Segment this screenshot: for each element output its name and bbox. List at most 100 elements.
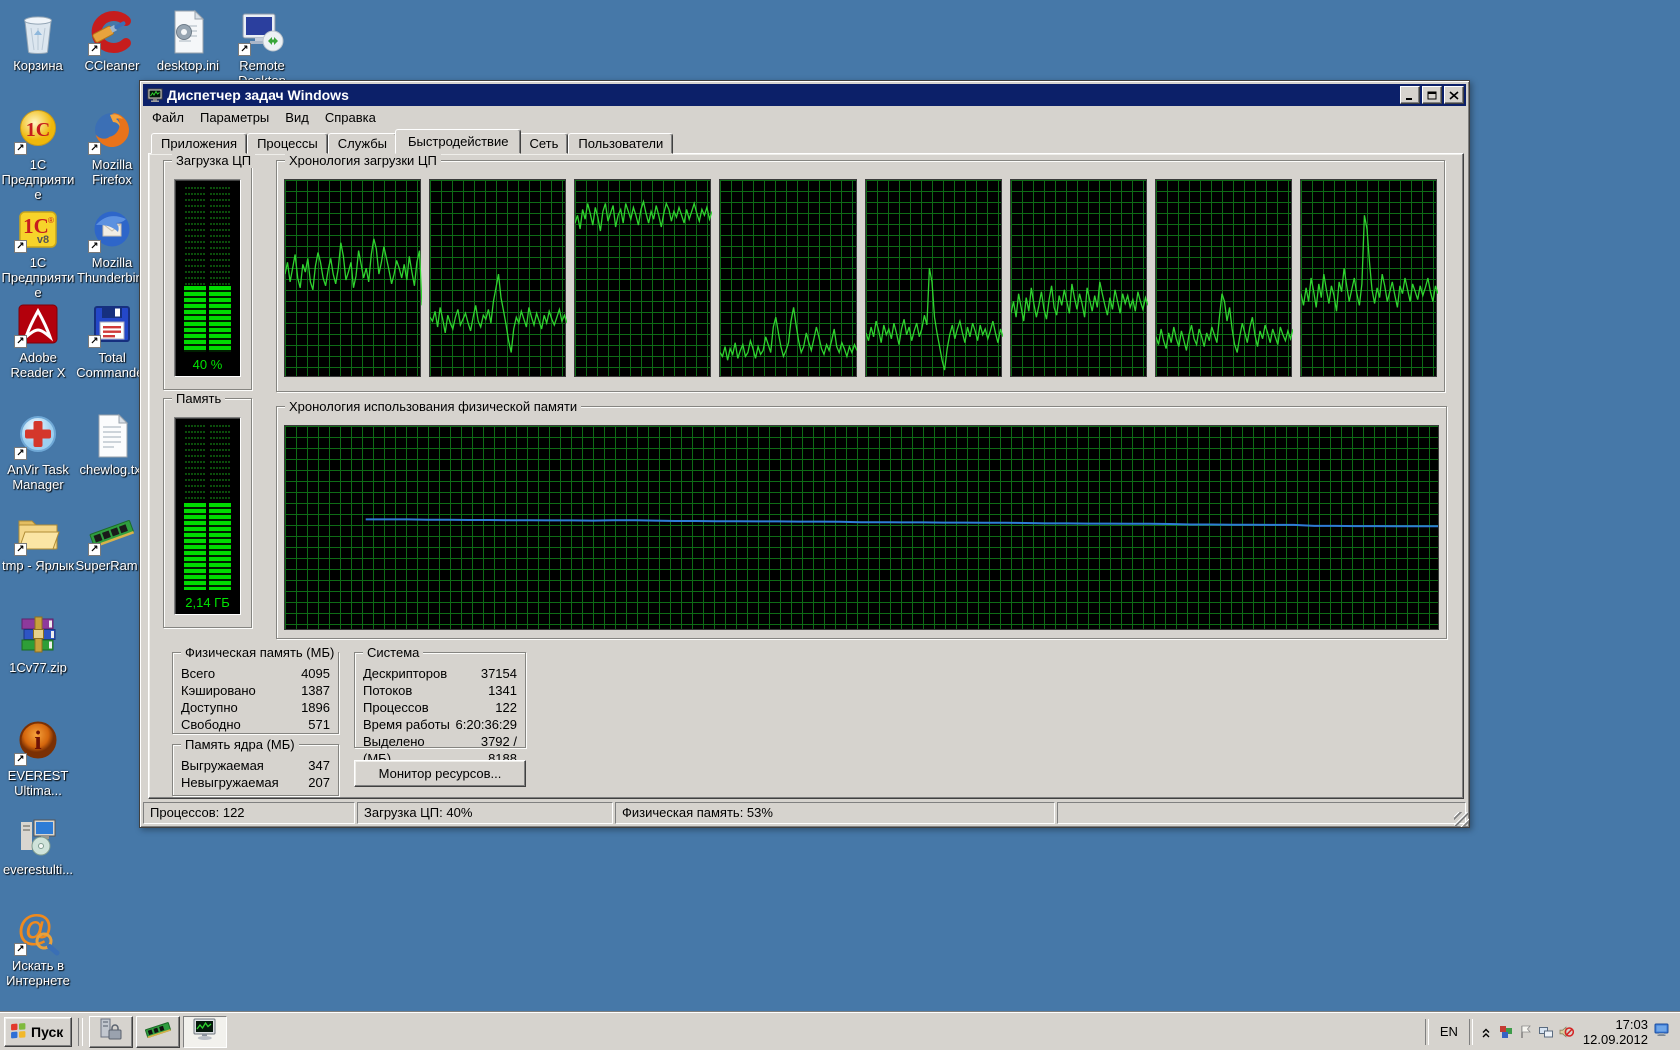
taskbar: Пуск EN 17:03 12.09.2012 bbox=[0, 1012, 1680, 1050]
desktop-icon-adobe-reader[interactable]: ↗Adobe Reader X bbox=[0, 300, 76, 380]
tab-processes[interactable]: Процессы bbox=[247, 133, 328, 154]
desktop-icon-label: Корзина bbox=[0, 58, 76, 73]
mozilla-firefox-icon: ↗ bbox=[88, 107, 136, 155]
cpu-history-panel-3 bbox=[574, 179, 711, 377]
memory-gauge-value: 2,14 ГБ bbox=[175, 595, 240, 610]
kernel-memory-group-title: Память ядра (МБ) bbox=[181, 737, 299, 752]
desktop-icon-label: EVEREST Ultima... bbox=[0, 768, 76, 798]
system-row: Потоков1341 bbox=[363, 682, 517, 699]
tray-network-icon[interactable] bbox=[1538, 1023, 1555, 1040]
maximize-button[interactable] bbox=[1422, 86, 1442, 104]
start-button[interactable]: Пуск bbox=[4, 1017, 72, 1047]
tmp-folder-icon: ↗ bbox=[14, 508, 62, 556]
memory-gauge: 2,14 ГБ bbox=[174, 417, 241, 615]
desktop-icon-everest-install[interactable]: everestulti... bbox=[0, 812, 76, 877]
taskbar-button-anvir-tools[interactable] bbox=[89, 1016, 133, 1048]
physical-memory-row: Свободно571 bbox=[181, 716, 330, 733]
windows-logo-icon bbox=[10, 1022, 27, 1042]
desktop-icon-label: 1C Предприятие bbox=[0, 157, 76, 202]
status-cell-1: Загрузка ЦП: 40% bbox=[357, 802, 613, 824]
menu-item[interactable]: Вид bbox=[277, 108, 317, 127]
shortcut-arrow-icon: ↗ bbox=[88, 335, 101, 348]
cpu-history-panel-7 bbox=[1155, 179, 1292, 377]
tray-clock[interactable]: 17:03 12.09.2012 bbox=[1583, 1017, 1648, 1047]
cpu-history-panel-4 bbox=[719, 179, 856, 377]
tray-volume-muted-icon[interactable] bbox=[1558, 1023, 1575, 1040]
tray-display-icon[interactable] bbox=[1654, 1021, 1676, 1043]
status-cell-0: Процессов: 122 bbox=[143, 802, 355, 824]
desktop-icon-label: 1Cv77.zip bbox=[0, 660, 76, 675]
cpu-history-panel-2 bbox=[429, 179, 566, 377]
desktop-icon-desktop-ini[interactable]: desktop.ini bbox=[150, 8, 226, 73]
kernel-memory-row: Выгружаемая347 bbox=[181, 757, 330, 774]
tray-flag-icon[interactable] bbox=[1518, 1023, 1535, 1040]
shortcut-arrow-icon: ↗ bbox=[88, 142, 101, 155]
physical-memory-group: Физическая память (МБ) Всего4095Кэширова… bbox=[172, 652, 339, 734]
tab-network[interactable]: Сеть bbox=[519, 133, 568, 154]
desktop-icon-1c-v8[interactable]: 1С®v8↗1C Предприятие bbox=[0, 205, 76, 300]
superram-icon: ↗ bbox=[88, 508, 136, 556]
tab-performance[interactable]: Быстродействие bbox=[395, 129, 521, 154]
physical-memory-row: Кэшировано1387 bbox=[181, 682, 330, 699]
cpu-history-panel-6 bbox=[1010, 179, 1147, 377]
memory-history-group: Хронология использования физической памя… bbox=[276, 406, 1447, 639]
menu-item[interactable]: Файл bbox=[144, 108, 192, 127]
cpu-usage-group: Загрузка ЦП 40 % bbox=[163, 160, 252, 390]
desktop-icon-ccleaner[interactable]: ↗CCleaner bbox=[74, 8, 150, 73]
system-row: Процессов122 bbox=[363, 699, 517, 716]
menu-item[interactable]: Справка bbox=[317, 108, 384, 127]
desktop-ini-icon bbox=[164, 8, 212, 56]
desktop-icon-search-internet[interactable]: @↗Искать в Интернете bbox=[0, 908, 76, 988]
desktop-icon-1c-enterprise[interactable]: 1С↗1C Предприятие bbox=[0, 107, 76, 202]
desktop-icon-label: AnVir Task Manager bbox=[0, 462, 76, 492]
task-manager-app-icon bbox=[147, 87, 163, 103]
titlebar[interactable]: Диспетчер задач Windows bbox=[143, 84, 1466, 106]
system-group: Система Дескрипторов37154Потоков1341Проц… bbox=[354, 652, 526, 748]
anvir-icon: ↗ bbox=[14, 412, 62, 460]
desktop: Корзина↗CCleanerdesktop.ini↗Remote Deskt… bbox=[0, 0, 1680, 1050]
tab-services[interactable]: Службы bbox=[328, 133, 397, 154]
show-hidden-icons-chevron[interactable] bbox=[1478, 1023, 1495, 1040]
tab-strip: ПриложенияПроцессыСлужбыБыстродействиеСе… bbox=[151, 129, 673, 154]
cpu-history-group-title: Хронология загрузки ЦП bbox=[285, 153, 441, 168]
chewlog-icon bbox=[88, 412, 136, 460]
kernel-memory-group: Память ядра (МБ) Выгружаемая347Невыгружа… bbox=[172, 744, 339, 796]
desktop-icon-recycle-bin[interactable]: Корзина bbox=[0, 8, 76, 73]
desktop-icon-1cv77-zip[interactable]: 1Cv77.zip bbox=[0, 610, 76, 675]
cpu-history-group: Хронология загрузки ЦП bbox=[276, 160, 1445, 392]
desktop-icon-remote-desktop[interactable]: ↗Remote Desktop bbox=[224, 8, 300, 88]
adobe-reader-icon: ↗ bbox=[14, 300, 62, 348]
tab-users[interactable]: Пользователи bbox=[568, 133, 673, 154]
language-indicator[interactable]: EN bbox=[1434, 1024, 1464, 1039]
tab-applications[interactable]: Приложения bbox=[151, 133, 247, 154]
resource-monitor-button[interactable]: Монитор ресурсов... bbox=[354, 760, 526, 787]
resize-grip[interactable] bbox=[1454, 812, 1469, 827]
total-commander-icon: ↗ bbox=[88, 300, 136, 348]
minimize-button[interactable] bbox=[1400, 86, 1420, 104]
tray-divider bbox=[1469, 1019, 1473, 1045]
shortcut-arrow-icon: ↗ bbox=[14, 753, 27, 766]
cpu-usage-value: 40 % bbox=[175, 357, 240, 372]
svg-text:i: i bbox=[34, 726, 41, 755]
memory-gauge-group-title: Память bbox=[172, 391, 225, 406]
superram-stick-icon bbox=[145, 1017, 171, 1046]
tray-apps-icon[interactable] bbox=[1498, 1023, 1515, 1040]
recycle-bin-icon bbox=[14, 8, 62, 56]
cpu-usage-gauge: 40 % bbox=[174, 179, 241, 377]
search-internet-icon: @↗ bbox=[14, 908, 62, 956]
shortcut-arrow-icon: ↗ bbox=[14, 240, 27, 253]
menu-item[interactable]: Параметры bbox=[192, 108, 277, 127]
desktop-icon-tmp-folder[interactable]: ↗tmp - Ярлык bbox=[0, 508, 76, 573]
desktop-icon-label: Adobe Reader X bbox=[0, 350, 76, 380]
svg-text:@: @ bbox=[17, 908, 52, 948]
desktop-icon-label: desktop.ini bbox=[150, 58, 226, 73]
desktop-icon-label: everestulti... bbox=[0, 862, 76, 877]
start-button-label: Пуск bbox=[31, 1024, 63, 1040]
shortcut-arrow-icon: ↗ bbox=[14, 447, 27, 460]
taskbar-button-superram-stick[interactable] bbox=[136, 1016, 180, 1048]
desktop-icon-anvir[interactable]: ↗ AnVir Task Manager bbox=[0, 412, 76, 492]
physical-memory-row: Всего4095 bbox=[181, 665, 330, 682]
close-button[interactable] bbox=[1444, 86, 1464, 104]
desktop-icon-everest[interactable]: i ↗ EVEREST Ultima... bbox=[0, 718, 76, 798]
taskbar-button-task-manager[interactable] bbox=[183, 1016, 227, 1048]
